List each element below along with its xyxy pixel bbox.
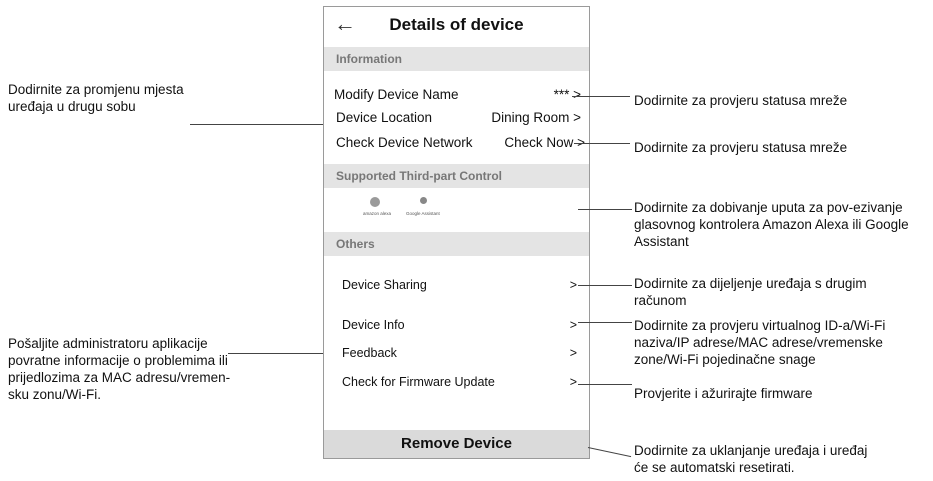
voice-assistant-logos[interactable]: amazon alexa Google Assistant bbox=[354, 197, 474, 227]
leader-line-location bbox=[190, 124, 330, 125]
feedback-label[interactable]: Feedback bbox=[342, 346, 397, 360]
modify-device-name-label[interactable]: Modify Device Name bbox=[334, 87, 459, 102]
page-title: Details of device bbox=[389, 15, 524, 34]
device-info-label[interactable]: Device Info bbox=[342, 318, 405, 332]
annotation-device-name: Dodirnite za provjeru statusa mreže bbox=[634, 93, 848, 108]
annotation-sharing: Dodirnite za dijeljenje uređaja s drugim… bbox=[634, 276, 867, 308]
annotation-change-location: Dodirnite za promjenu mjesta uređaja u d… bbox=[8, 82, 184, 114]
leader-line-device-name bbox=[572, 96, 630, 97]
leader-line-voice-control bbox=[578, 209, 632, 210]
feedback-chevron-icon[interactable]: > bbox=[570, 346, 577, 360]
device-location-value[interactable]: Dining Room > bbox=[491, 110, 581, 125]
top-bar: ← Details of device bbox=[324, 7, 589, 45]
firmware-update-chevron-icon[interactable]: > bbox=[570, 375, 577, 389]
device-sharing-chevron-icon[interactable]: > bbox=[570, 278, 577, 292]
remove-device-button[interactable]: Remove Device bbox=[324, 430, 589, 458]
phone-screen: ← Details of device Information Modify D… bbox=[323, 6, 590, 459]
alexa-logo-label: amazon alexa bbox=[363, 211, 392, 216]
leader-line-remove bbox=[587, 447, 632, 458]
firmware-update-label[interactable]: Check for Firmware Update bbox=[342, 375, 495, 389]
section-information: Information bbox=[324, 47, 589, 71]
google-assistant-logo-label: Google Assistant bbox=[406, 211, 440, 216]
annotation-feedback: Pošaljite administratoru aplikacije povr… bbox=[8, 336, 231, 402]
leader-line-sharing bbox=[578, 285, 632, 286]
leader-line-network bbox=[574, 143, 630, 144]
check-device-network-label[interactable]: Check Device Network bbox=[336, 135, 473, 150]
modify-device-name-value[interactable]: *** > bbox=[554, 87, 581, 102]
check-device-network-value[interactable]: Check Now > bbox=[504, 135, 585, 150]
leader-line-device-info bbox=[578, 322, 632, 323]
annotation-device-info: Dodirnite za provjeru virtualnog ID-a/Wi… bbox=[634, 318, 886, 367]
device-info-chevron-icon[interactable]: > bbox=[570, 318, 577, 332]
section-third-party-control: Supported Third-part Control bbox=[324, 164, 589, 188]
google-assistant-logo-icon bbox=[420, 197, 427, 204]
annotation-firmware: Provjerite i ažurirajte firmware bbox=[634, 386, 813, 401]
annotation-remove: Dodirnite za uklanjanje uređaja i uređaj… bbox=[634, 443, 868, 475]
device-sharing-label[interactable]: Device Sharing bbox=[342, 278, 427, 292]
device-location-label[interactable]: Device Location bbox=[336, 110, 432, 125]
alexa-logo-icon bbox=[370, 197, 380, 207]
annotation-network: Dodirnite za provjeru statusa mreže bbox=[634, 140, 848, 155]
annotation-voice-control: Dodirnite za dobivanje uputa za pov-eziv… bbox=[634, 200, 909, 249]
section-others: Others bbox=[324, 232, 589, 256]
leader-line-firmware bbox=[578, 384, 632, 385]
